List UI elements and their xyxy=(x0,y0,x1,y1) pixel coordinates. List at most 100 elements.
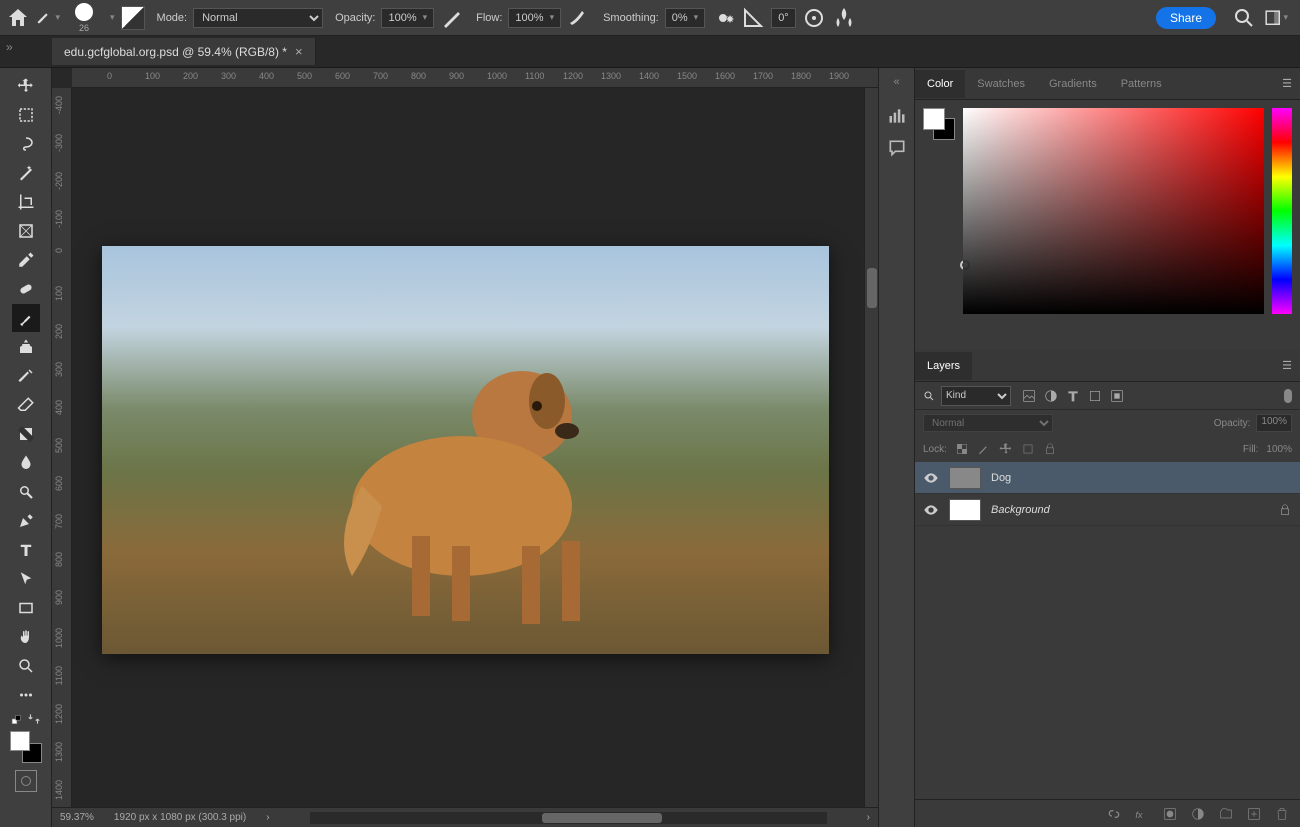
group-layers-icon[interactable] xyxy=(1218,806,1234,822)
smoothing-options-icon[interactable] xyxy=(711,6,735,30)
close-tab-icon[interactable]: × xyxy=(295,44,303,59)
pen-tool[interactable] xyxy=(12,507,40,535)
lasso-tool[interactable] xyxy=(12,130,40,158)
scroll-right-icon[interactable]: › xyxy=(867,812,870,823)
document-dimensions[interactable]: 1920 px x 1080 px (300.3 ppi) xyxy=(114,812,246,823)
hue-slider[interactable] xyxy=(1272,108,1292,314)
filter-smart-icon[interactable] xyxy=(1109,388,1125,404)
blend-mode-select[interactable]: Normal xyxy=(193,8,323,28)
crop-tool[interactable] xyxy=(12,188,40,216)
lock-icon[interactable] xyxy=(1278,503,1292,517)
share-button[interactable]: Share xyxy=(1156,7,1216,29)
lock-paint-icon[interactable] xyxy=(977,442,991,456)
filter-adjust-icon[interactable] xyxy=(1043,388,1059,404)
layers-panel-menu-icon[interactable]: ☰ xyxy=(1282,359,1292,372)
ruler-horizontal[interactable]: 0100200300400500600700800900100011001200… xyxy=(72,68,878,88)
eraser-tool[interactable] xyxy=(12,391,40,419)
visibility-icon[interactable] xyxy=(923,502,939,518)
tab-gradients[interactable]: Gradients xyxy=(1037,70,1109,98)
clone-stamp-tool[interactable] xyxy=(12,333,40,361)
dodge-tool[interactable] xyxy=(12,478,40,506)
filter-kind-select[interactable]: Kind xyxy=(941,386,1011,406)
eyedropper-tool[interactable] xyxy=(12,246,40,274)
foreground-color-swatch[interactable] xyxy=(10,731,30,751)
status-chevron-icon[interactable]: › xyxy=(266,812,269,823)
path-select-tool[interactable] xyxy=(12,565,40,593)
color-panel-menu-icon[interactable]: ☰ xyxy=(1282,77,1292,90)
document-tab[interactable]: edu.gcfglobal.org.psd @ 59.4% (RGB/8) * … xyxy=(52,38,316,65)
collapse-dock-icon[interactable]: « xyxy=(893,76,899,88)
brush-preset-icon[interactable]: ▾ xyxy=(36,6,60,30)
layer-thumbnail[interactable] xyxy=(949,467,981,489)
zoom-level[interactable]: 59.37% xyxy=(60,812,94,823)
layer-mask-icon[interactable] xyxy=(1162,806,1178,822)
layer-item[interactable]: Dog xyxy=(915,462,1300,494)
filter-toggle[interactable] xyxy=(1284,389,1292,403)
lock-all-icon[interactable] xyxy=(1043,442,1057,456)
brush-size-chevron[interactable]: ▾ xyxy=(110,12,115,23)
workspace-icon[interactable]: ▾ xyxy=(1264,6,1288,30)
type-tool[interactable] xyxy=(12,536,40,564)
hand-tool[interactable] xyxy=(12,623,40,651)
layer-name[interactable]: Background xyxy=(991,504,1050,516)
layer-opacity-input[interactable]: 100% xyxy=(1256,414,1292,432)
angle-input[interactable]: 0° xyxy=(771,8,796,28)
edit-toolbar-icon[interactable] xyxy=(12,681,40,709)
brush-tool[interactable] xyxy=(12,304,40,332)
horizontal-scrollbar[interactable] xyxy=(310,812,827,824)
tab-layers[interactable]: Layers xyxy=(915,352,972,380)
link-layers-icon[interactable] xyxy=(1106,806,1122,822)
color-fgbg-swatch[interactable] xyxy=(923,108,955,140)
swap-default-colors[interactable] xyxy=(11,712,41,726)
vertical-scrollbar[interactable] xyxy=(864,88,878,807)
filter-pixel-icon[interactable] xyxy=(1021,388,1037,404)
opacity-input[interactable]: 100%▾ xyxy=(381,8,434,28)
layer-item[interactable]: Background xyxy=(915,494,1300,526)
marquee-tool[interactable] xyxy=(12,101,40,129)
angle-icon[interactable] xyxy=(741,6,765,30)
brush-panel-toggle-icon[interactable] xyxy=(121,6,145,30)
histogram-icon[interactable] xyxy=(887,106,907,126)
adjustment-layer-icon[interactable] xyxy=(1190,806,1206,822)
collapse-chevron-icon[interactable]: » xyxy=(6,40,13,54)
zoom-tool[interactable] xyxy=(12,652,40,680)
rectangle-tool[interactable] xyxy=(12,594,40,622)
lock-position-icon[interactable] xyxy=(999,442,1013,456)
home-icon[interactable] xyxy=(6,6,30,30)
pressure-size-icon[interactable] xyxy=(802,6,826,30)
layer-thumbnail[interactable] xyxy=(949,499,981,521)
tab-patterns[interactable]: Patterns xyxy=(1109,70,1174,98)
lock-artboard-icon[interactable] xyxy=(1021,442,1035,456)
saturation-picker[interactable] xyxy=(963,108,1264,314)
canvas-stage[interactable] xyxy=(72,88,864,807)
spot-heal-tool[interactable] xyxy=(12,275,40,303)
layer-blend-select[interactable]: Normal xyxy=(923,414,1053,432)
layer-fill-input[interactable]: 100% xyxy=(1266,444,1292,455)
search-icon[interactable] xyxy=(1232,6,1256,30)
foreground-background-colors[interactable] xyxy=(10,731,42,763)
frame-tool[interactable] xyxy=(12,217,40,245)
visibility-icon[interactable] xyxy=(923,470,939,486)
tab-color[interactable]: Color xyxy=(915,70,965,98)
tab-swatches[interactable]: Swatches xyxy=(965,70,1037,98)
layer-fx-icon[interactable]: fx xyxy=(1134,806,1150,822)
layer-name[interactable]: Dog xyxy=(991,472,1011,484)
lock-transparent-icon[interactable] xyxy=(955,442,969,456)
blur-tool[interactable] xyxy=(12,449,40,477)
filter-shape-icon[interactable] xyxy=(1087,388,1103,404)
filter-type-icon[interactable] xyxy=(1065,388,1081,404)
quick-mask-icon[interactable] xyxy=(15,770,37,792)
smoothing-input[interactable]: 0%▾ xyxy=(665,8,705,28)
airbrush-icon[interactable] xyxy=(567,6,591,30)
brush-size-picker[interactable]: 26 xyxy=(66,3,102,33)
magic-wand-tool[interactable] xyxy=(12,159,40,187)
ruler-vertical[interactable]: -400-300-200-100010020030040050060070080… xyxy=(52,88,72,807)
symmetry-icon[interactable] xyxy=(832,6,856,30)
delete-layer-icon[interactable] xyxy=(1274,806,1290,822)
history-brush-tool[interactable] xyxy=(12,362,40,390)
flow-input[interactable]: 100%▾ xyxy=(508,8,561,28)
move-tool[interactable] xyxy=(12,72,40,100)
comments-icon[interactable] xyxy=(887,138,907,158)
search-filter-icon[interactable] xyxy=(923,390,935,402)
new-layer-icon[interactable] xyxy=(1246,806,1262,822)
